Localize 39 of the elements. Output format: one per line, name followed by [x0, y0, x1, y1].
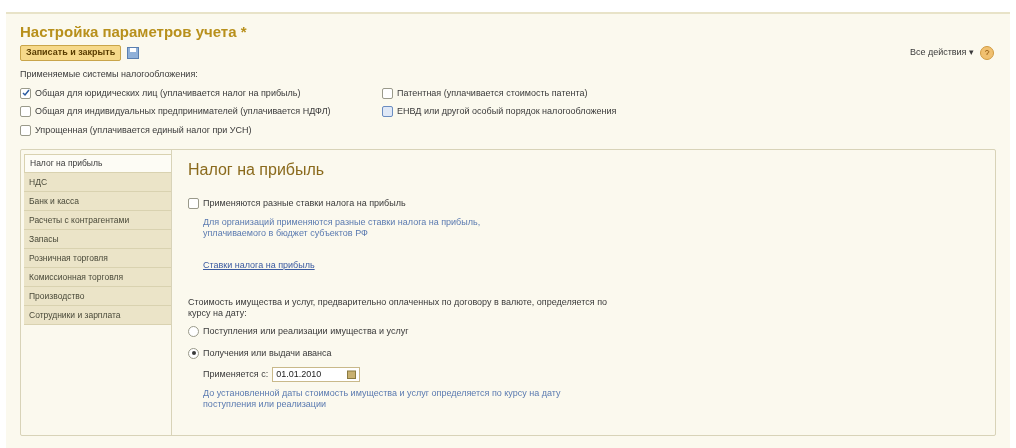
checkbox-label: Патентная (уплачивается стоимость патента) [397, 86, 588, 100]
valuation-text: Стоимость имущества и услуг, предварительно оплаченных по договору в валюте, определяется по курсу на дату: [188, 297, 608, 319]
rates-link[interactable]: Ставки налога на прибыль [203, 259, 315, 270]
checkbox-label: ЕНВД или другой особый порядок налогообложения [397, 105, 617, 118]
tab[interactable]: Сотрудники и зарплата [24, 306, 171, 325]
checkbox[interactable] [20, 124, 31, 136]
tab[interactable]: НДС [24, 173, 171, 192]
hint-text: Для организаций применяются разные ставки налога на прибыль, уплачиваемого в бюджет субъектов РФ [203, 216, 482, 239]
checkbox[interactable] [382, 106, 393, 118]
window-title: Настройка параметров учета * [20, 22, 248, 42]
save-icon[interactable] [127, 47, 140, 59]
radio-button[interactable] [188, 326, 199, 338]
panel-heading: Налог на прибыль [188, 160, 326, 180]
checkbox-label: Общая для индивидуальных предпринимателей (уплачивается НДФЛ) [35, 105, 331, 118]
checkbox-label: Применяются разные ставки налога на прибыль [203, 197, 406, 210]
tab[interactable]: Розничная торговля [24, 249, 171, 268]
tab[interactable]: Банк и касса [24, 192, 171, 211]
checkbox[interactable] [20, 87, 31, 99]
checkbox[interactable] [382, 87, 393, 99]
tab[interactable]: Расчеты с контрагентами [24, 211, 171, 230]
radio-label: Поступления или реализации имущества и услуг [203, 325, 409, 338]
checkbox-label: Общая для юридических лиц (уплачивается налог на прибыль) [35, 86, 301, 100]
all-actions-menu[interactable]: Все действия ▾ [909, 46, 974, 60]
tab[interactable]: Налог на прибыль [24, 154, 171, 173]
checkbox[interactable] [188, 198, 199, 210]
tab[interactable]: Комиссионная торговля [24, 268, 171, 287]
tab[interactable]: Производство [24, 287, 171, 306]
checkbox[interactable] [20, 106, 31, 118]
checkbox-label: Упрощенная (уплачивается единый налог при УСН) [35, 123, 252, 137]
tab[interactable]: Запасы [24, 230, 171, 249]
tax-systems-label: Применяемые системы налогообложения: [20, 68, 199, 81]
save-close-button[interactable]: Записать и закрыть [20, 45, 122, 61]
help-icon[interactable] [980, 46, 994, 60]
date-field[interactable]: 01.01.2010 [272, 367, 361, 382]
radio-label: Получения или выдачи аванса [203, 346, 332, 360]
calendar-icon[interactable] [347, 370, 357, 379]
applies-from-label: Применяется с: [203, 367, 269, 381]
radio-button[interactable] [188, 347, 199, 359]
hint-text: До установленной даты стоимость имущества и услуг определяется по курсу на дату поступления или реализации [203, 388, 562, 410]
